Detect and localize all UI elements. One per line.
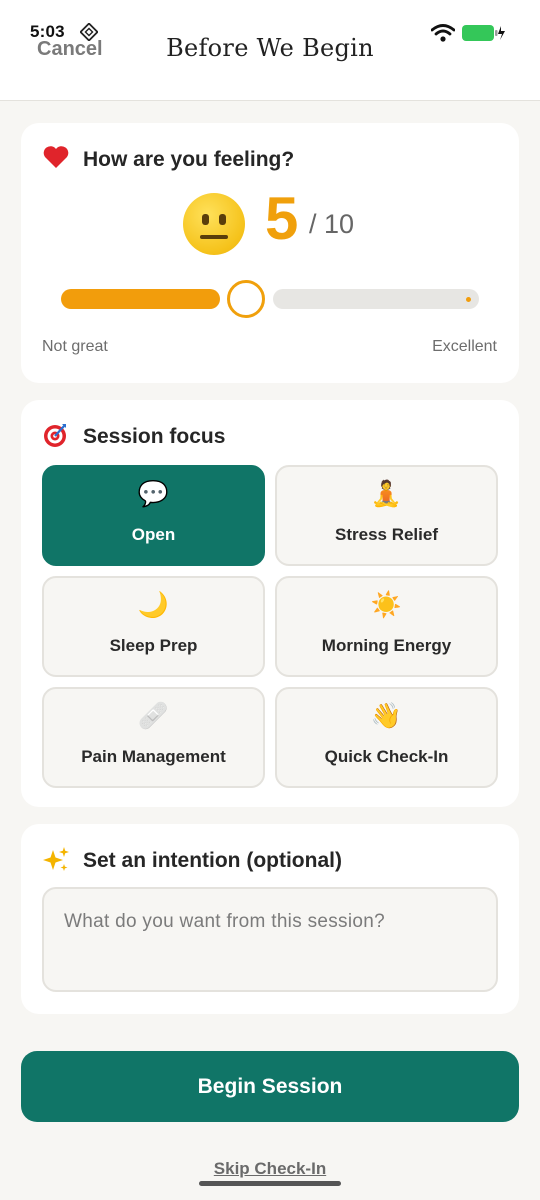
header: 5:03 Cancel Before We Begin bbox=[0, 0, 540, 101]
focus-title: Session focus bbox=[83, 425, 226, 448]
sun-icon: ☀️ bbox=[370, 591, 403, 619]
battery-icon bbox=[462, 25, 505, 41]
focus-option-label: Stress Relief bbox=[335, 525, 438, 544]
intention-title: Set an intention (optional) bbox=[83, 849, 342, 872]
waving-hand-icon: 👋 bbox=[370, 702, 403, 730]
sparkles-icon bbox=[42, 846, 70, 879]
page-title: Before We Begin bbox=[166, 34, 374, 62]
focus-option-pain-management[interactable]: 🩹 Pain Management bbox=[42, 687, 265, 788]
focus-option-label: Sleep Prep bbox=[109, 636, 198, 655]
focus-option-quick-check-in[interactable]: 👋 Quick Check-In bbox=[275, 687, 498, 788]
neutral-face-icon bbox=[183, 193, 245, 255]
mood-max-label: / 10 bbox=[309, 209, 355, 239]
focus-option-stress-relief[interactable]: 🧘 Stress Relief bbox=[275, 465, 498, 566]
focus-option-morning-energy[interactable]: ☀️ Morning Energy bbox=[275, 576, 498, 677]
scale-min-label: Not great bbox=[42, 338, 108, 355]
mood-slider-track[interactable] bbox=[273, 289, 479, 309]
focus-option-label: Quick Check-In bbox=[324, 747, 449, 766]
speech-bubble-icon: 💬 bbox=[137, 480, 170, 508]
meditation-icon: 🧘 bbox=[370, 480, 403, 508]
slider-end-dot bbox=[466, 297, 471, 302]
intention-input[interactable] bbox=[42, 887, 498, 992]
mood-slider-fill bbox=[61, 289, 220, 309]
focus-option-label: Morning Energy bbox=[321, 636, 452, 655]
scale-max-label: Excellent bbox=[432, 338, 497, 355]
skip-check-in-link[interactable]: Skip Check-In bbox=[0, 1159, 540, 1179]
focus-option-sleep-prep[interactable]: 🌙 Sleep Prep bbox=[42, 576, 265, 677]
mood-title: How are you feeling? bbox=[83, 148, 295, 171]
focus-option-open[interactable]: 💬 Open bbox=[42, 465, 265, 566]
heart-icon bbox=[42, 145, 70, 174]
moon-icon: 🌙 bbox=[137, 591, 170, 619]
bandage-icon: 🩹 bbox=[137, 702, 170, 730]
wifi-icon bbox=[431, 24, 455, 42]
session-focus-card: Session focus 💬 Open 🧘 Stress Relief 🌙 S… bbox=[21, 400, 519, 807]
mood-card: How are you feeling? 5 / 10 Not great Ex… bbox=[21, 123, 519, 383]
focus-option-label: Pain Management bbox=[81, 747, 226, 766]
mood-slider-thumb[interactable] bbox=[227, 280, 265, 318]
mood-value: 5 bbox=[265, 185, 299, 252]
focus-option-label: Open bbox=[131, 525, 176, 544]
home-indicator bbox=[199, 1181, 341, 1186]
target-icon bbox=[42, 422, 68, 453]
intention-card: Set an intention (optional) bbox=[21, 824, 519, 1014]
begin-session-button[interactable]: Begin Session bbox=[21, 1051, 519, 1122]
